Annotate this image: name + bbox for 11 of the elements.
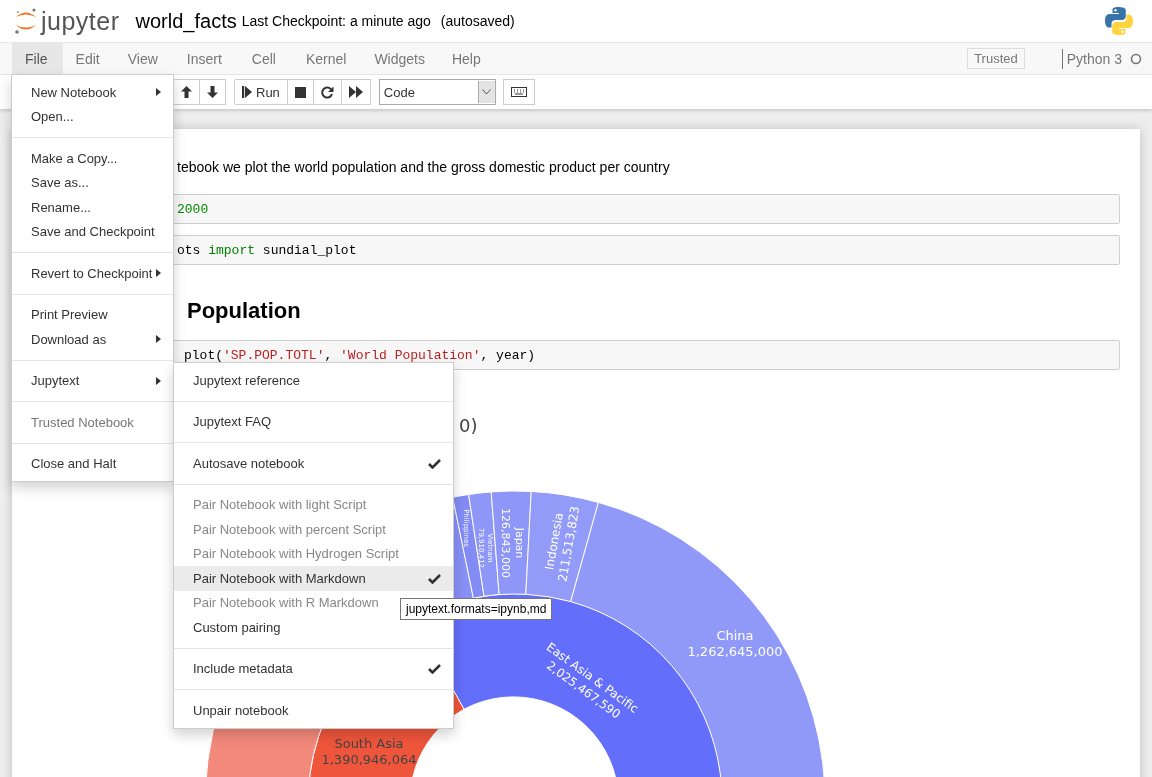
segment-label: Japan 126,843,000 bbox=[499, 508, 526, 578]
logo-text: jupyter bbox=[41, 6, 120, 36]
markdown-text: tebook we plot the world population and the gross domestic product per country bbox=[177, 159, 670, 175]
segment-label: South Asia 1,390,946,064 bbox=[321, 736, 417, 768]
kernel-name: Python 3 bbox=[1061, 48, 1128, 69]
tooltip: jupytext.formats=ipynb,md bbox=[400, 598, 553, 620]
chart-title: 0) bbox=[459, 415, 478, 436]
section-heading: Population bbox=[187, 298, 301, 323]
checkpoint-status: Last Checkpoint: a minute ago bbox=[241, 13, 431, 29]
autosave-status: (autosaved) bbox=[440, 13, 515, 29]
segment-label: China 1,262,645,000 bbox=[687, 628, 783, 660]
